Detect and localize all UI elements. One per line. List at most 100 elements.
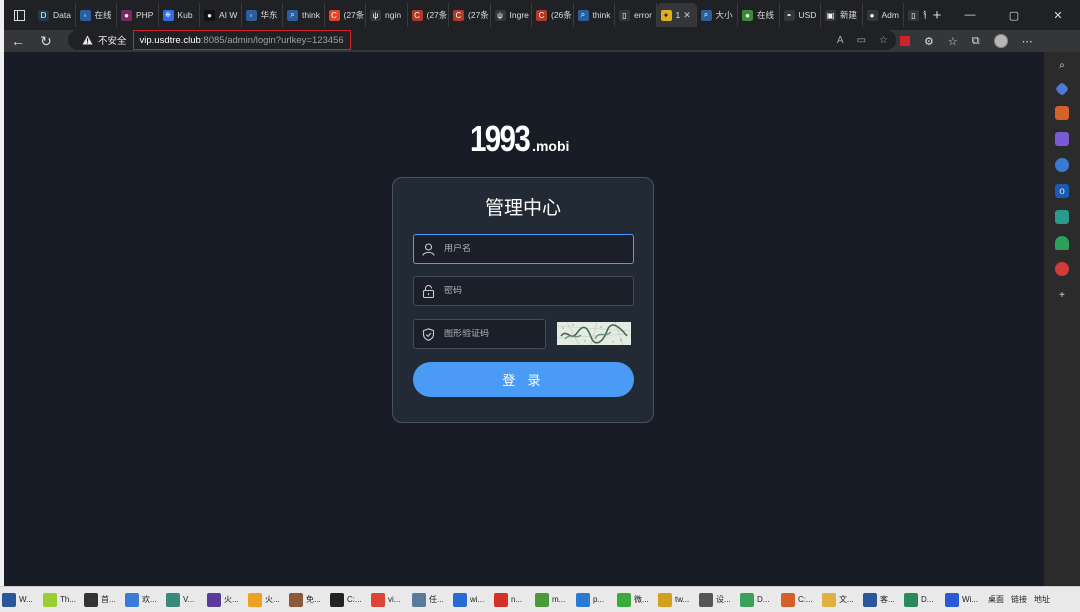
taskbar-app[interactable]: 首... — [82, 589, 123, 611]
taskbar-app[interactable]: tw... — [656, 589, 697, 611]
extension-icon[interactable] — [900, 36, 910, 46]
browser-tab[interactable]: C (27条 — [325, 3, 366, 27]
profile-avatar[interactable] — [993, 34, 1008, 48]
search-icon[interactable]: ⌕ — [1055, 58, 1069, 72]
browser-tab[interactable]: C (27条 — [408, 3, 449, 27]
browser-tab[interactable]: C (26条 — [532, 3, 574, 27]
taskbar-app[interactable]: 微... — [615, 589, 656, 611]
minimize-icon[interactable]: — — [948, 0, 992, 30]
add-sidebar-app-icon[interactable]: + — [1055, 288, 1069, 302]
taskbar-app[interactable]: D... — [902, 589, 943, 611]
browser-tab[interactable]: ◓ USD — [780, 3, 821, 27]
tray-links[interactable]: 链接 — [1011, 594, 1027, 605]
password-input[interactable] — [444, 286, 604, 296]
browser-tab[interactable]: ◦ 华东 — [242, 3, 283, 27]
favorites-icon[interactable]: ☆ — [948, 35, 958, 48]
send-icon[interactable] — [1055, 210, 1069, 224]
close-window-icon[interactable]: ✕ — [1036, 0, 1080, 30]
taskbar-app[interactable]: D... — [738, 589, 779, 611]
taskbar-app[interactable]: 客... — [861, 589, 902, 611]
captcha-image[interactable] — [557, 322, 631, 345]
taskbar-apps: W... Th... 首... 欢... V... 火... 火... 免... C:... vi… — [0, 589, 984, 611]
outlook-icon[interactable]: o — [1055, 184, 1069, 198]
taskbar-app-label: tw... — [675, 595, 690, 604]
username-field[interactable] — [413, 234, 634, 264]
tree-icon[interactable] — [1055, 236, 1069, 250]
browser-tab[interactable]: ⌕ 大小 — [697, 3, 738, 27]
password-field[interactable] — [413, 276, 634, 306]
security-indicator[interactable]: 不安全 — [82, 33, 127, 47]
read-aloud-icon[interactable]: A — [837, 35, 844, 46]
tab-label: Ingre — [509, 10, 529, 20]
taskbar-app[interactable]: 免... — [287, 589, 328, 611]
favorite-star-icon[interactable]: ☆ — [879, 35, 888, 46]
taskbar-app[interactable]: n... — [492, 589, 533, 611]
username-input[interactable] — [444, 244, 604, 254]
tab-close-icon[interactable]: ✕ — [683, 10, 691, 21]
browser-tab[interactable]: ● AI W — [200, 3, 242, 27]
collections-icon[interactable]: ⧉ — [972, 35, 980, 48]
browser-tab[interactable]: ◦ 在线 — [76, 3, 117, 27]
more-menu-icon[interactable]: ⋯ — [1022, 35, 1033, 48]
taskbar-app[interactable]: 火... — [246, 589, 287, 611]
taskbar-app-icon — [781, 592, 795, 607]
url-text[interactable]: vip.usdtre.club:8085/admin/login?urlkey=… — [132, 30, 351, 50]
browser-tab[interactable]: ψ Ingre — [491, 3, 532, 27]
taskbar-app[interactable]: Wi... — [943, 589, 984, 611]
taskbar-app[interactable]: 火... — [205, 589, 246, 611]
taskbar-app[interactable]: p... — [574, 589, 615, 611]
tab-active[interactable]: ✦ 1 ✕ — [656, 3, 697, 27]
taskbar-app[interactable]: Th... — [41, 589, 82, 611]
toolbox-icon[interactable] — [1055, 106, 1069, 120]
browser-tab[interactable]: ⌕ think — [574, 3, 615, 27]
taskbar-app-label: 首... — [101, 595, 116, 604]
tray-desktop[interactable]: 桌面 — [988, 594, 1004, 605]
browser-tab[interactable]: D Data — [34, 3, 76, 27]
taskbar-app[interactable]: 设... — [697, 589, 738, 611]
taskbar-app[interactable]: C:... — [779, 589, 820, 611]
captcha-field[interactable] — [413, 319, 564, 349]
taskbar-app-label: p... — [593, 595, 605, 604]
browser-tab[interactable]: ⎈ Kub — [159, 3, 200, 27]
shopping-tag-icon[interactable] — [1054, 81, 1070, 97]
app-icon[interactable] — [1055, 262, 1069, 276]
taskbar-app[interactable]: vi... — [369, 589, 410, 611]
taskbar-app[interactable]: m... — [533, 589, 574, 611]
login-button[interactable]: 登 录 — [413, 362, 634, 397]
browser-tab[interactable]: ▯ error — [615, 3, 657, 27]
taskbar-app-icon — [822, 592, 836, 607]
tab-actions-button[interactable] — [4, 0, 34, 30]
taskbar-app[interactable]: 文... — [820, 589, 861, 611]
taskbar-app[interactable]: C:... — [328, 589, 369, 611]
maximize-icon[interactable]: ▢ — [992, 0, 1036, 30]
browser-tab[interactable]: ▣ 新建 — [821, 3, 863, 27]
games-icon[interactable] — [1055, 132, 1069, 146]
taskbar-app[interactable]: 欢... — [123, 589, 164, 611]
browser-tab[interactable]: ▯管理 — [904, 3, 926, 27]
taskbar-app-label: Th... — [60, 595, 77, 604]
address-bar[interactable]: 不安全 vip.usdtre.club:8085/admin/login?url… — [68, 30, 896, 50]
browser-tab[interactable]: C (27条 — [449, 3, 491, 27]
captcha-input[interactable] — [444, 329, 564, 339]
taskbar-app-label: wi... — [470, 595, 485, 604]
browser-tab[interactable]: ● 在线 — [738, 3, 780, 27]
browser-tab[interactable]: ⌕ think — [283, 3, 325, 27]
back-button[interactable]: ← — [4, 30, 32, 52]
copilot-icon[interactable] — [1055, 158, 1069, 172]
tray-address[interactable]: 地址 — [1034, 594, 1050, 605]
taskbar-app[interactable]: 任... — [410, 589, 451, 611]
browser-tab[interactable]: ● Adm — [863, 3, 904, 27]
new-tab-button[interactable]: + — [926, 3, 948, 27]
taskbar-app[interactable]: V... — [164, 589, 205, 611]
taskbar-app[interactable]: W... — [0, 589, 41, 611]
page-viewport: 1993 .mobi 管理中心 用户名 图形验证码 登 录 — [4, 52, 1044, 586]
browser-tab[interactable]: ψ ngin — [366, 3, 408, 27]
browser-sidebar: ⌕ o + — [1044, 52, 1080, 586]
extensions-puzzle-icon[interactable]: ⚙ — [924, 35, 934, 48]
refresh-button[interactable]: ↻ — [32, 30, 60, 52]
reader-mode-icon[interactable]: ▭ — [857, 35, 866, 46]
browser-tab[interactable]: ● PHP — [117, 3, 159, 27]
taskbar-app-icon — [453, 592, 467, 607]
taskbar-app-label: m... — [552, 595, 566, 604]
taskbar-app[interactable]: wi... — [451, 589, 492, 611]
